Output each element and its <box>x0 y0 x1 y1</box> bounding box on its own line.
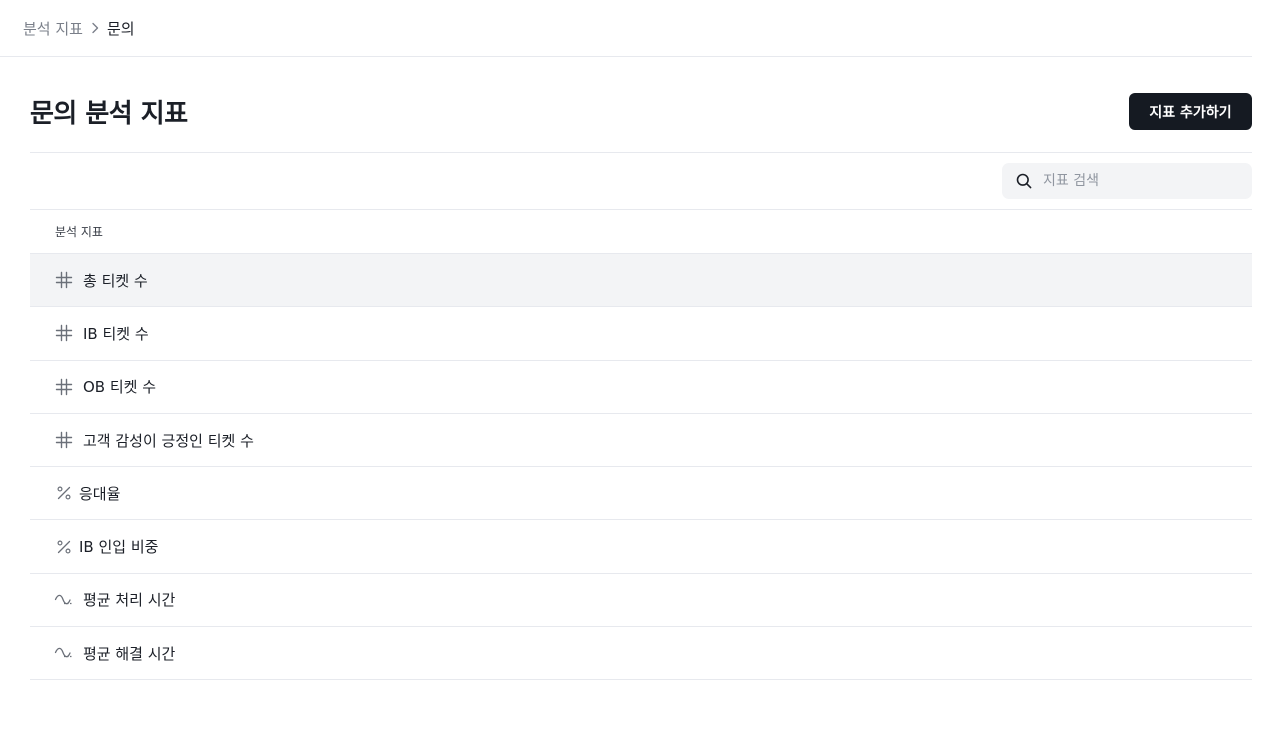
average-icon <box>54 643 74 663</box>
metric-label: 평균 처리 시간 <box>83 591 176 610</box>
hash-icon <box>54 270 74 290</box>
average-icon <box>54 590 74 610</box>
breadcrumb-parent-link[interactable]: 분석 지표 <box>23 18 83 39</box>
search-box[interactable] <box>1002 163 1252 199</box>
search-icon <box>1016 173 1032 189</box>
table-row[interactable]: OB 티켓 수 <box>30 361 1252 414</box>
percent-icon <box>54 483 74 503</box>
metric-label: 응대율 <box>79 484 121 503</box>
table-row[interactable]: 응대율 <box>30 467 1252 521</box>
percent-icon <box>54 537 74 557</box>
hash-icon <box>54 430 74 450</box>
breadcrumb-current: 문의 <box>106 19 135 38</box>
table-row[interactable]: 평균 처리 시간 <box>30 574 1252 628</box>
app-frame: 분석 지표 문의 문의 분석 지표 지표 추가하기 분석 지표 총 티켓 수 I… <box>0 0 1280 734</box>
metric-label: 평균 해결 시간 <box>83 644 176 663</box>
metric-label: OB 티켓 수 <box>83 378 157 397</box>
hash-icon <box>54 377 74 397</box>
add-metric-button[interactable]: 지표 추가하기 <box>1129 93 1252 130</box>
header-divider <box>30 152 1252 153</box>
metric-label: 고객 감성이 긍정인 티켓 수 <box>83 431 254 450</box>
hash-icon <box>54 323 74 343</box>
breadcrumb: 분석 지표 문의 <box>0 0 1252 57</box>
metric-label: 총 티켓 수 <box>83 271 148 290</box>
table-row[interactable]: 총 티켓 수 <box>30 254 1252 308</box>
metric-list: 총 티켓 수 IB 티켓 수 OB 티켓 수 고객 감성이 긍정인 티켓 수 응 <box>30 254 1252 681</box>
table-row[interactable]: IB 티켓 수 <box>30 307 1252 361</box>
table-row[interactable]: 고객 감성이 긍정인 티켓 수 <box>30 414 1252 468</box>
metric-label: IB 티켓 수 <box>83 324 149 343</box>
table-row[interactable]: 평균 해결 시간 <box>30 627 1252 681</box>
chevron-right-icon <box>86 22 104 34</box>
metric-label: IB 인입 비중 <box>79 538 159 557</box>
page-title: 문의 분석 지표 <box>30 99 188 129</box>
search-input[interactable] <box>1043 173 1233 189</box>
table-row[interactable]: IB 인입 비중 <box>30 520 1252 574</box>
column-header-metric: 분석 지표 <box>30 210 1252 254</box>
